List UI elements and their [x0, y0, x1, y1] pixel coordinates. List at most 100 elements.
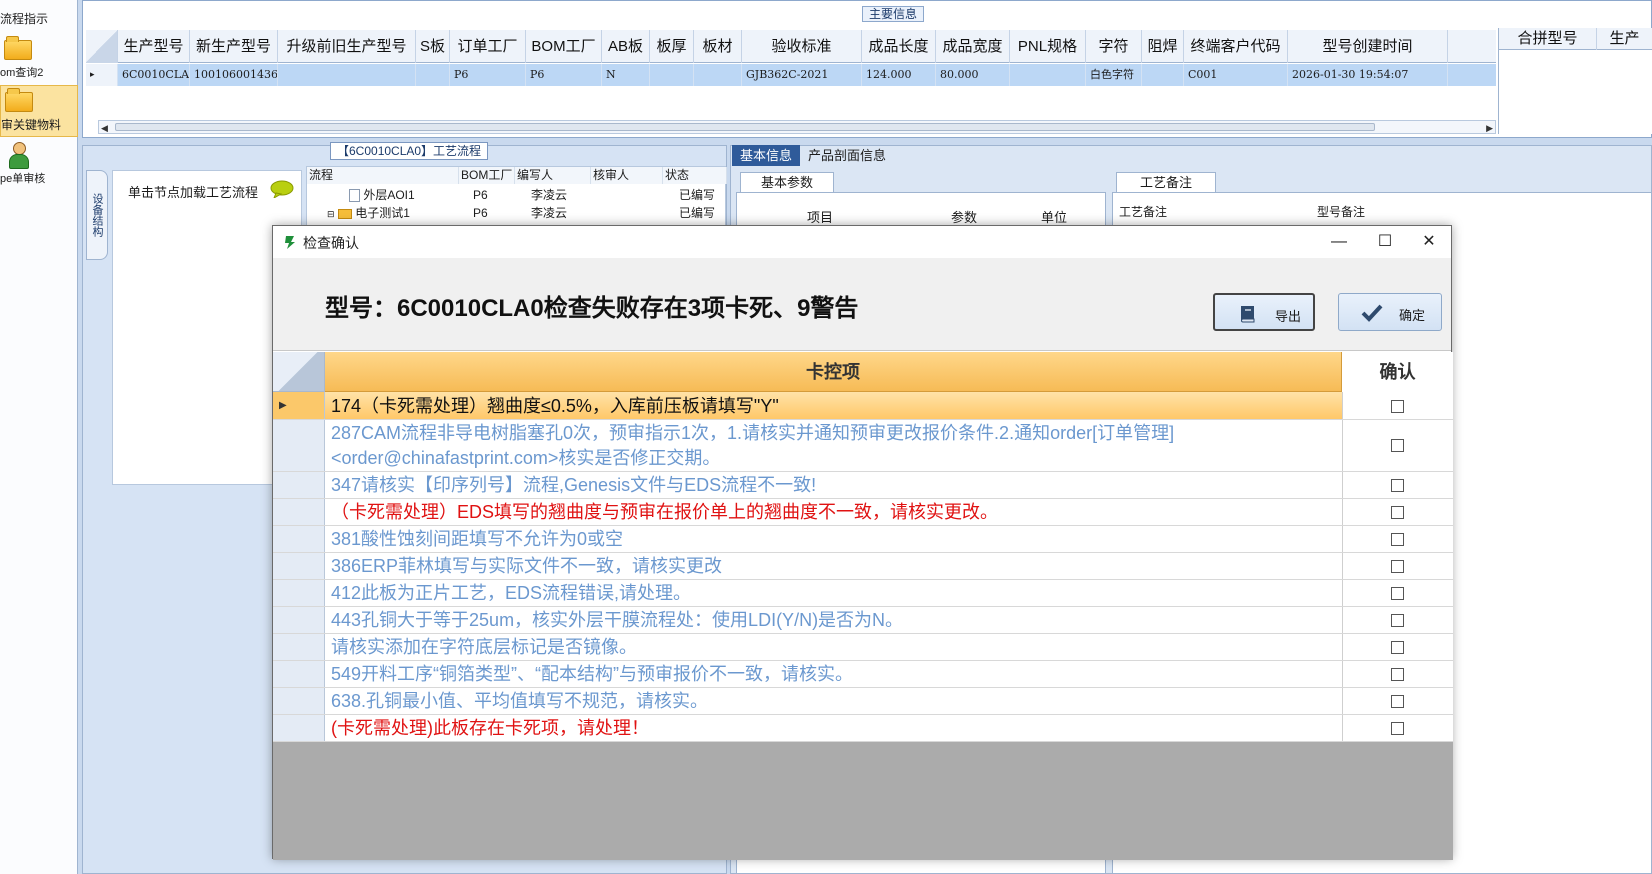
column-header-item[interactable]: 卡控项 — [325, 352, 1342, 392]
confirm-checkbox[interactable] — [1391, 668, 1404, 681]
confirm-checkbox[interactable] — [1391, 614, 1404, 627]
table-row[interactable]: 386ERP菲林填写与实际文件不一致，请核实更改 — [273, 553, 1453, 580]
confirm-checkbox[interactable] — [1391, 641, 1404, 654]
scroll-right-icon[interactable]: ▶ — [1486, 123, 1493, 134]
table-row[interactable]: 347请核实【印序列号】流程,Genesis文件与EDS流程不一致! — [273, 472, 1453, 499]
tab-basic-info[interactable]: 基本信息 — [732, 145, 801, 166]
column-header[interactable]: 流程 — [307, 167, 459, 184]
column-header[interactable]: 板厚 — [650, 30, 694, 63]
column-header[interactable]: 合拼型号 — [1499, 28, 1597, 50]
confirm-checkbox[interactable] — [1391, 560, 1404, 573]
tab-process-remark[interactable]: 工艺备注 — [1116, 172, 1216, 193]
row-header[interactable] — [273, 580, 325, 606]
confirm-checkbox[interactable] — [1391, 695, 1404, 708]
confirm-checkbox[interactable] — [1391, 533, 1404, 546]
tab-profile-info[interactable]: 产品剖面信息 — [800, 145, 894, 166]
column-header[interactable]: 新生产型号 — [190, 30, 278, 63]
cell-char[interactable]: 白色字符 — [1086, 64, 1142, 86]
column-header[interactable]: 项目 — [807, 207, 833, 226]
row-header[interactable] — [273, 607, 325, 633]
row-header[interactable] — [273, 715, 325, 741]
row-header[interactable]: ▶ — [273, 392, 325, 419]
table-row[interactable]: ▶ 174（卡死需处理）翘曲度≤0.5%，入库前压板请填写"Y" — [273, 392, 1453, 420]
scrollbar-thumb[interactable] — [115, 123, 1375, 131]
column-header[interactable]: 升级前旧生产型号 — [278, 30, 416, 63]
maximize-icon[interactable]: ☐ — [1365, 230, 1405, 254]
cell-order-factory[interactable]: P6 — [450, 64, 526, 86]
column-header[interactable]: 生产型号 — [118, 30, 190, 63]
cell-standard[interactable]: GJB362C-2021 — [742, 64, 862, 86]
tree-node[interactable]: 外层AOI1 — [349, 186, 415, 204]
column-header[interactable]: 字符 — [1086, 30, 1142, 63]
cell-ab-board[interactable]: N — [602, 64, 650, 86]
table-row[interactable]: ▸ 6C0010CLA0 10010600143671 P6 P6 N GJB3… — [86, 64, 1496, 86]
column-header[interactable]: 板材 — [694, 30, 742, 63]
cell-bom-factory[interactable]: P6 — [526, 64, 602, 86]
nav-item-bom-query[interactable]: om查询2 — [0, 34, 78, 86]
column-header[interactable]: 终端客户代码 — [1184, 30, 1288, 63]
cell-create-time[interactable]: 2026-01-30 19:54:07 — [1288, 64, 1448, 86]
cell-customer-code[interactable]: C001 — [1184, 64, 1288, 86]
cell-material[interactable] — [694, 64, 742, 86]
row-header[interactable] — [273, 472, 325, 498]
table-row[interactable]: 请核实添加在字符底层标记是否镜像。 — [273, 634, 1453, 661]
cell-length[interactable]: 124.000 — [862, 64, 936, 86]
nav-item-key-materials[interactable]: 审关键物料 — [0, 85, 78, 137]
table-row[interactable]: 443孔铜大于等于25um，核实外层干膜流程处：使用LDI(Y/N)是否为N。 — [273, 607, 1453, 634]
horizontal-scrollbar[interactable]: ◀ ▶ — [98, 120, 1496, 134]
confirm-checkbox[interactable] — [1391, 506, 1404, 519]
row-header[interactable] — [273, 553, 325, 579]
table-row[interactable]: 381酸性蚀刻间距填写不允许为0或空 — [273, 526, 1453, 553]
column-header[interactable]: 编写人 — [515, 167, 591, 184]
cell-pnl[interactable] — [1010, 64, 1086, 86]
cell-old-model[interactable] — [278, 64, 416, 86]
cell-new-model[interactable]: 10010600143671 — [190, 64, 278, 86]
nav-item-pe-review[interactable]: pe单审核 — [0, 140, 78, 192]
dialog-titlebar[interactable]: 检查确认 — ☐ ✕ — [273, 226, 1451, 258]
row-header[interactable] — [273, 661, 325, 687]
table-row[interactable]: 638.孔铜最小值、平均值填写不规范，请核实。 — [273, 688, 1453, 715]
column-header[interactable]: 阻焊 — [1142, 30, 1184, 63]
confirm-checkbox[interactable] — [1391, 439, 1404, 452]
column-header[interactable]: 单位 — [1041, 207, 1067, 226]
row-header[interactable] — [273, 499, 325, 525]
column-header[interactable]: 工艺备注 — [1119, 203, 1167, 220]
collapse-icon[interactable]: ⊟ — [327, 209, 335, 219]
export-button[interactable]: 导出 — [1213, 293, 1315, 331]
column-header[interactable]: 状态 — [663, 167, 727, 184]
tab-basic-params[interactable]: 基本参数 — [740, 172, 834, 193]
column-header[interactable]: 核审人 — [591, 167, 663, 184]
confirm-button[interactable]: 确定 — [1338, 293, 1442, 331]
table-row[interactable]: 412此板为正片工艺，EDS流程错误,请处理。 — [273, 580, 1453, 607]
confirm-checkbox[interactable] — [1391, 400, 1404, 413]
column-header[interactable]: 成品宽度 — [936, 30, 1010, 63]
confirm-checkbox[interactable] — [1391, 722, 1404, 735]
column-header[interactable]: BOM工厂 — [459, 167, 515, 184]
cell-s-board[interactable] — [416, 64, 450, 86]
confirm-checkbox[interactable] — [1391, 479, 1404, 492]
column-header[interactable]: PNL规格 — [1010, 30, 1086, 63]
column-header[interactable]: AB板 — [602, 30, 650, 63]
side-tab[interactable]: 设备结构 — [86, 170, 108, 260]
column-header[interactable]: S板 — [416, 30, 450, 63]
row-header[interactable] — [273, 688, 325, 714]
table-row[interactable]: (卡死需处理)此板存在卡死项，请处理！ — [273, 715, 1453, 742]
tree-node[interactable]: ⊟ 电子测试1 — [327, 204, 410, 222]
minimize-icon[interactable]: — — [1319, 230, 1359, 254]
nav-item-process-instruction[interactable]: 流程指示 — [0, 0, 78, 38]
table-row[interactable]: 549开料工序“铜箔类型”、“配本结构”与预审报价不一致，请核实。 — [273, 661, 1453, 688]
column-header[interactable]: 型号备注 — [1317, 203, 1365, 220]
column-header-confirm[interactable]: 确认 — [1342, 352, 1453, 392]
column-header[interactable]: 型号创建时间 — [1288, 30, 1448, 63]
cell-model[interactable]: 6C0010CLA0 — [118, 64, 190, 86]
column-header[interactable]: BOM工厂 — [526, 30, 602, 63]
column-header[interactable]: 成品长度 — [862, 30, 936, 63]
column-header[interactable]: 订单工厂 — [450, 30, 526, 63]
column-header[interactable]: 验收标准 — [742, 30, 862, 63]
cell-width[interactable]: 80.000 — [936, 64, 1010, 86]
column-header[interactable]: 参数 — [951, 207, 977, 226]
confirm-checkbox[interactable] — [1391, 587, 1404, 600]
scroll-left-icon[interactable]: ◀ — [101, 123, 108, 134]
close-icon[interactable]: ✕ — [1409, 230, 1449, 254]
column-header[interactable]: 生产 — [1597, 28, 1652, 50]
